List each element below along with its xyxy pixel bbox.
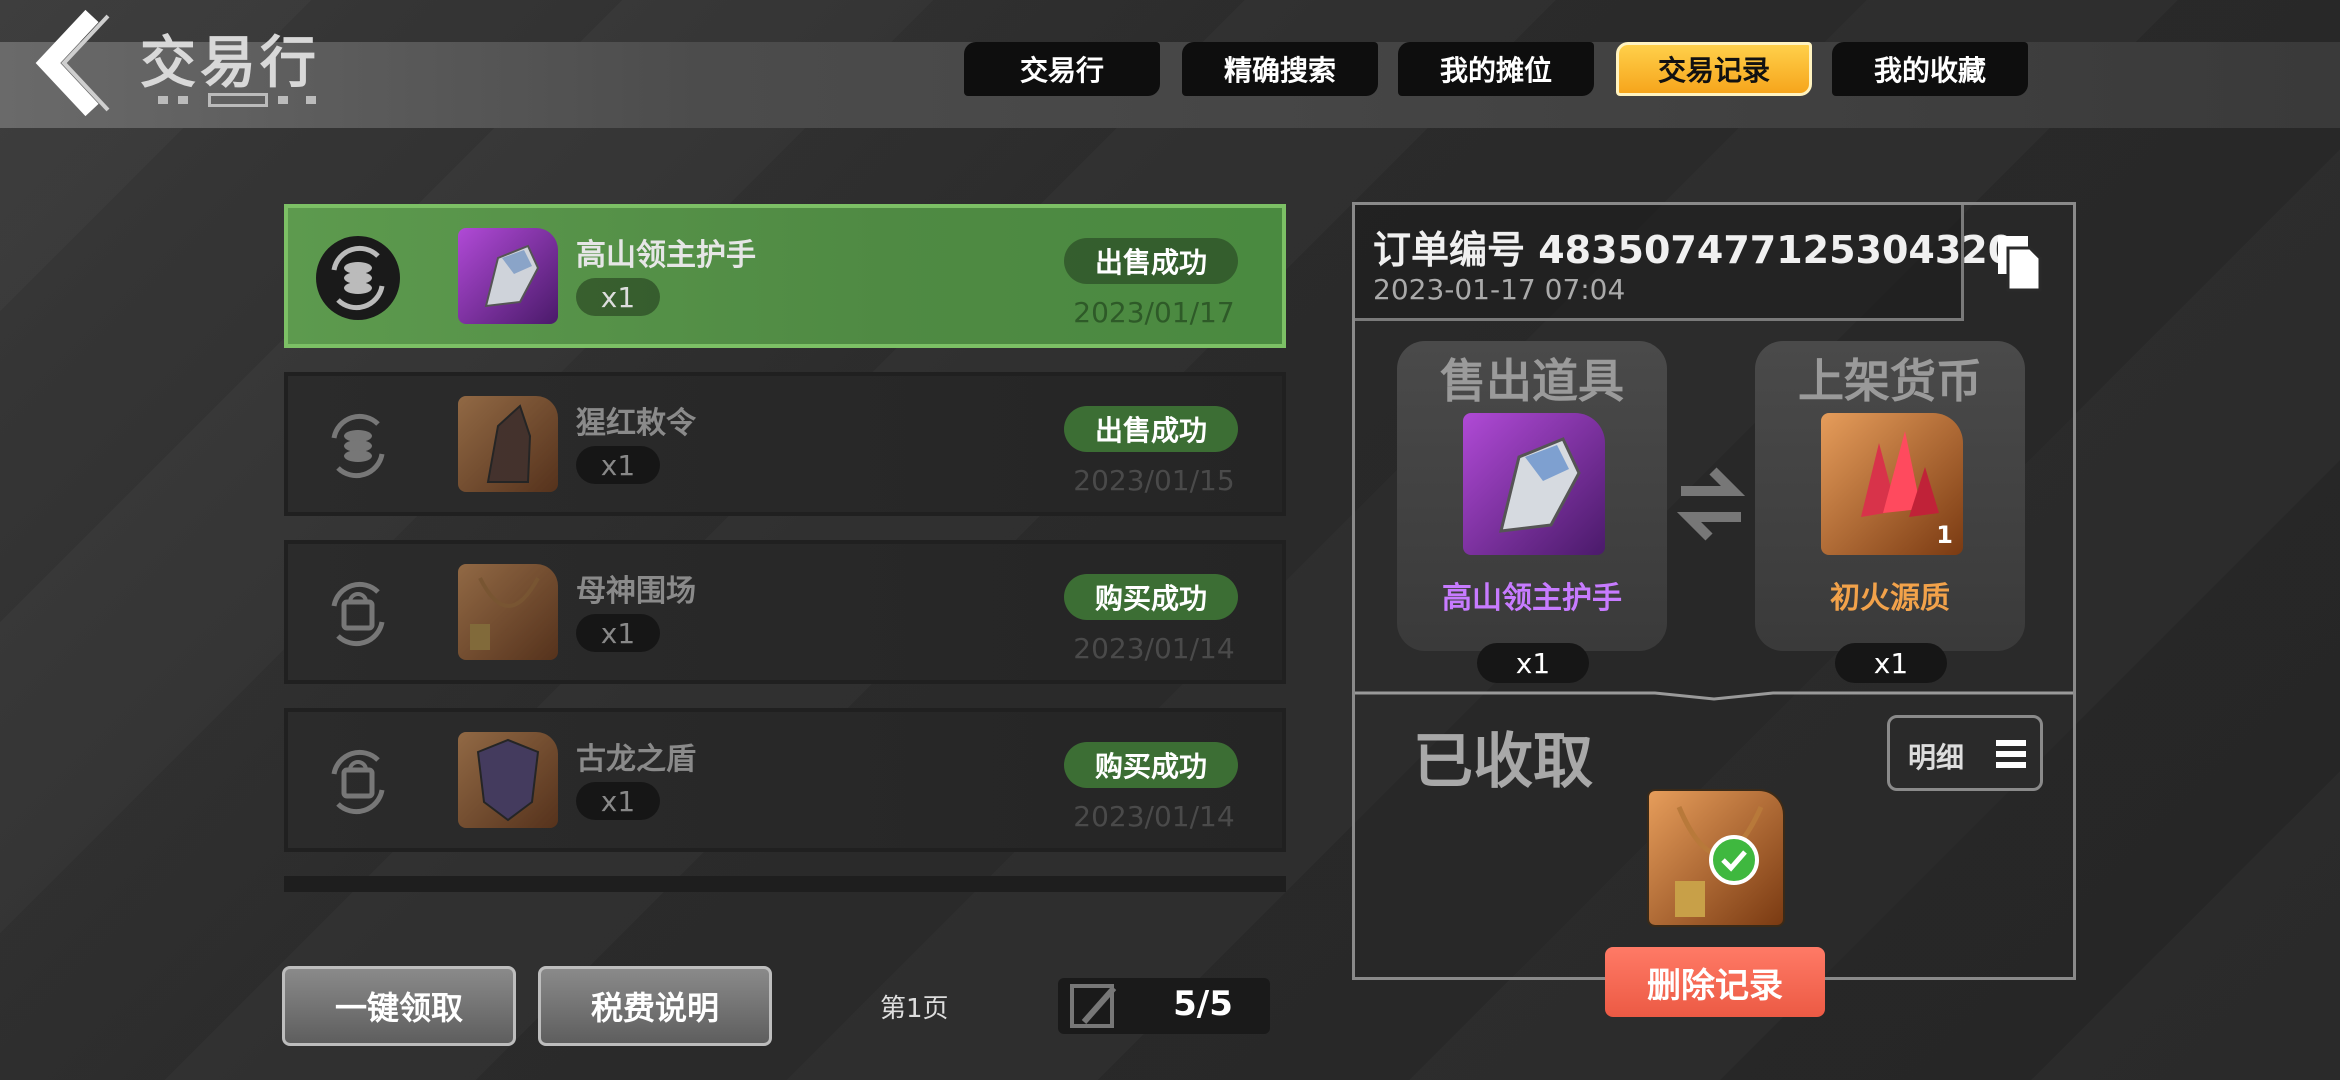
record-date: 2023/01/14 xyxy=(1073,800,1235,833)
page-indicator[interactable]: 5/5 xyxy=(1058,978,1270,1034)
claim-all-button[interactable]: 一键领取 xyxy=(282,966,516,1046)
item-name: 猩红敕令 xyxy=(576,406,696,441)
order-time: 2023-01-17 07:04 xyxy=(1373,273,1626,306)
record-date: 2023/01/14 xyxy=(1073,632,1235,665)
record-list: 高山领主护手 x1 出售成功 2023/01/17 猩红敕令 x1 出售成功 2… xyxy=(284,200,1286,892)
section-divider xyxy=(1355,691,2073,701)
currency-name: 初火源质 xyxy=(1830,581,1950,616)
tab-trading-house[interactable]: 交易行 xyxy=(964,42,1160,96)
page-title: 交易行 xyxy=(140,31,320,96)
gauntlet-item-image[interactable] xyxy=(1463,413,1605,555)
gauntlet-item-thumbnail xyxy=(458,228,558,324)
status-badge: 出售成功 xyxy=(1064,406,1238,452)
collected-label: 已收取 xyxy=(1413,727,1593,797)
tab-my-favorites[interactable]: 我的收藏 xyxy=(1832,42,2028,96)
item-quantity: x1 xyxy=(576,614,660,652)
status-badge: 购买成功 xyxy=(1064,574,1238,620)
record-row[interactable]: 高山领主护手 x1 出售成功 2023/01/17 xyxy=(284,204,1286,348)
collected-necklace-item[interactable] xyxy=(1647,789,1785,927)
crystal-item-image[interactable]: 1 xyxy=(1821,413,1963,555)
currency-card: 上架货币 1 初火源质 xyxy=(1755,341,2025,651)
sold-item-quantity: x1 xyxy=(1477,643,1589,683)
delete-record-button[interactable]: 删除记录 xyxy=(1605,947,1825,1017)
order-number: 订单编号 483507477125304320 xyxy=(1373,228,2015,272)
shield-item-thumbnail xyxy=(458,732,558,828)
edit-icon xyxy=(1070,984,1117,1028)
helm-item-thumbnail xyxy=(458,396,558,492)
sold-item-card: 售出道具 高山领主护手 xyxy=(1397,341,1667,651)
order-header: 订单编号 483507477125304320 2023-01-17 07:04 xyxy=(1355,205,2014,321)
title-decoration xyxy=(158,92,318,108)
sold-item-name: 高山领主护手 xyxy=(1442,581,1622,616)
record-row[interactable]: 古龙之盾 x1 购买成功 2023/01/14 xyxy=(284,708,1286,852)
chevron-left-icon xyxy=(35,9,110,117)
record-row[interactable]: 母神围场 x1 购买成功 2023/01/14 xyxy=(284,540,1286,684)
status-badge: 购买成功 xyxy=(1064,742,1238,788)
tab-trade-records[interactable]: 交易记录 xyxy=(1616,42,1812,96)
item-name: 古龙之盾 xyxy=(576,742,696,777)
page-count: 5/5 xyxy=(1173,984,1233,1024)
item-quantity: x1 xyxy=(576,782,660,820)
coin-exchange-icon xyxy=(316,236,400,320)
tab-precise-search[interactable]: 精确搜索 xyxy=(1182,42,1378,96)
sold-item-title: 售出道具 xyxy=(1440,354,1624,408)
list-scroll-edge xyxy=(284,876,1286,892)
details-button[interactable]: 明细 xyxy=(1887,715,2043,791)
check-icon xyxy=(1709,835,1759,885)
purchase-exchange-icon xyxy=(316,740,400,824)
page-label: 第1页 xyxy=(880,994,949,1024)
item-quantity: x1 xyxy=(576,278,660,316)
copy-icon xyxy=(1998,236,2042,292)
record-date: 2023/01/17 xyxy=(1073,296,1235,329)
swap-arrows-icon xyxy=(1676,467,1746,541)
status-badge: 出售成功 xyxy=(1064,238,1238,284)
currency-quantity: x1 xyxy=(1835,643,1947,683)
back-button[interactable] xyxy=(22,8,122,118)
currency-title: 上架货币 xyxy=(1798,354,1982,408)
details-label: 明细 xyxy=(1908,741,1965,774)
list-icon xyxy=(1996,740,2026,768)
order-detail-panel: 订单编号 483507477125304320 2023-01-17 07:04… xyxy=(1352,202,2076,1017)
item-name: 高山领主护手 xyxy=(576,238,756,273)
record-row[interactable]: 猩红敕令 x1 出售成功 2023/01/15 xyxy=(284,372,1286,516)
item-quantity: x1 xyxy=(576,446,660,484)
record-date: 2023/01/15 xyxy=(1073,464,1235,497)
item-name: 母神围场 xyxy=(576,574,696,609)
tab-my-stall[interactable]: 我的摊位 xyxy=(1398,42,1594,96)
stack-count: 1 xyxy=(1936,521,1953,549)
tax-info-button[interactable]: 税费说明 xyxy=(538,966,772,1046)
purchase-exchange-icon xyxy=(316,572,400,656)
copy-button[interactable] xyxy=(1961,205,2076,321)
coin-exchange-icon xyxy=(316,404,400,488)
necklace-item-thumbnail xyxy=(458,564,558,660)
